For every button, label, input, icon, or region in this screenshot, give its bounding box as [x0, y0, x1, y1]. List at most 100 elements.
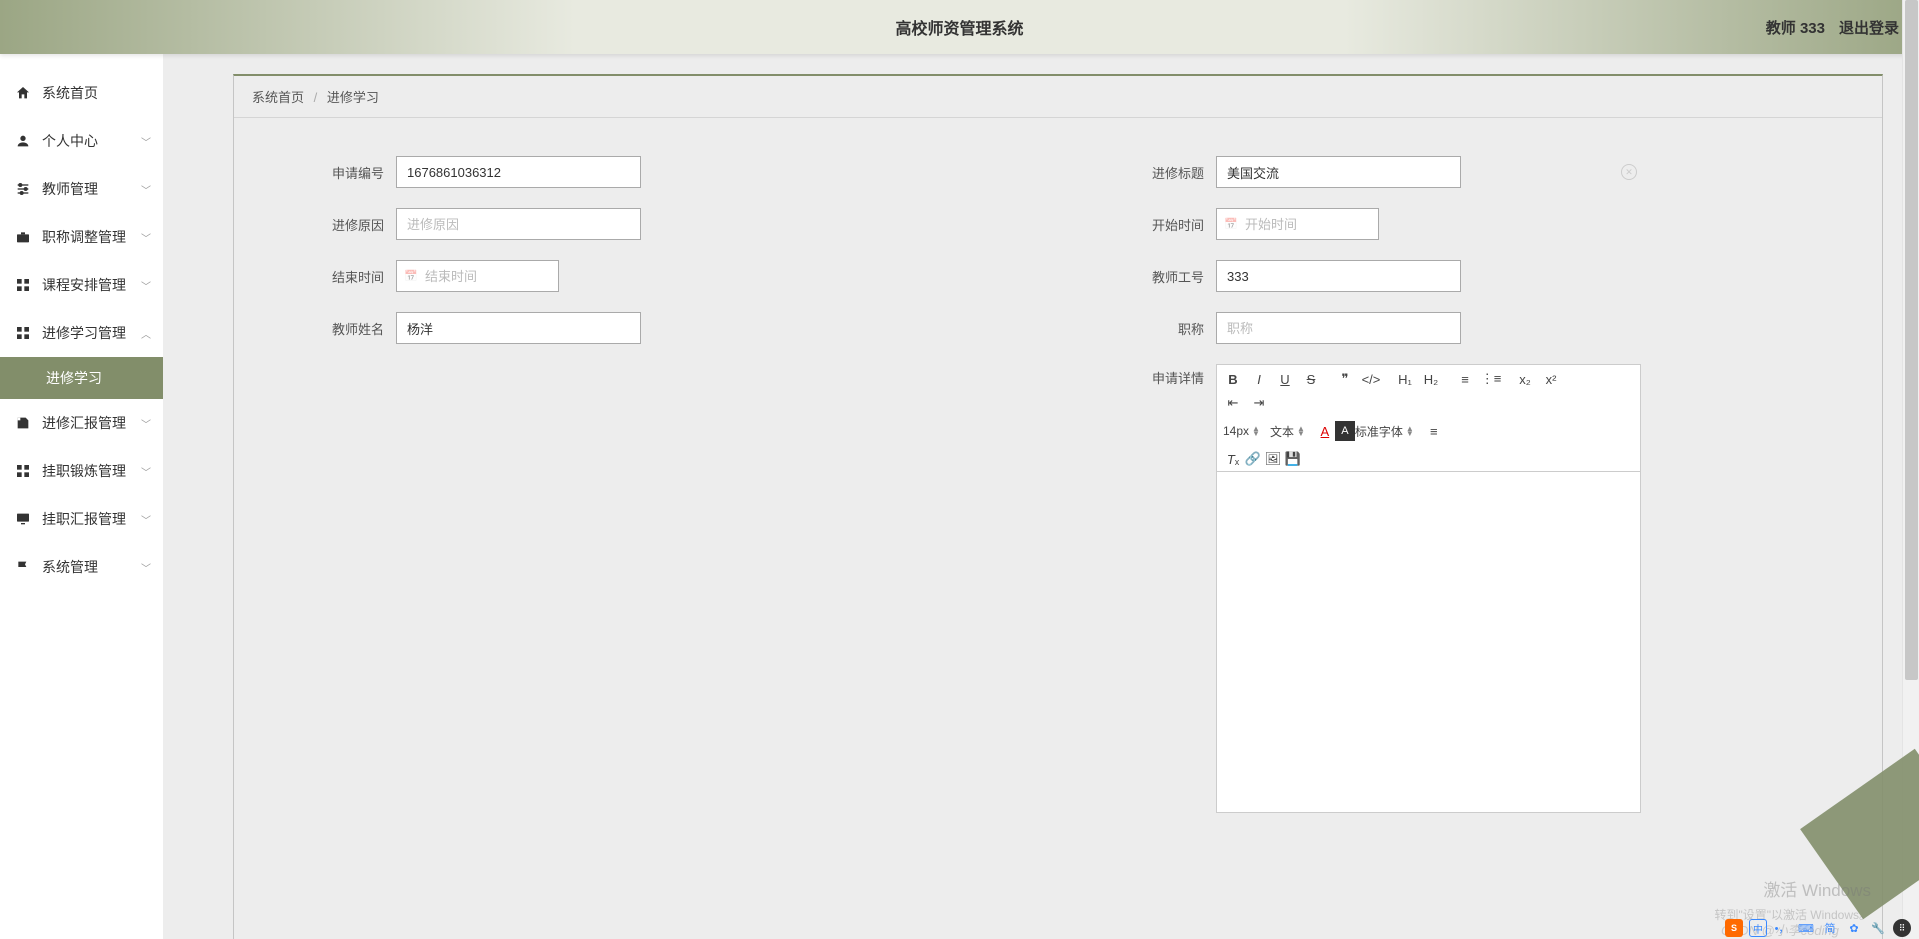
form-area: 申请编号 进修标题 ✕ 进修原因 开始时间 结束时间 [234, 118, 1882, 939]
row-teacher-id: 教师工号 [1134, 260, 1844, 292]
breadcrumb: 系统首页 / 进修学习 [234, 76, 1882, 118]
label-teacher-id: 教师工号 [1134, 267, 1204, 286]
quote-icon[interactable]: ❞ [1335, 369, 1355, 389]
nav-label: 职称调整管理 [42, 227, 126, 247]
text-type-select[interactable]: 文本▲▼ [1270, 421, 1305, 441]
chevron-down-icon: ﹀ [141, 416, 151, 431]
input-teacher-id[interactable] [1216, 260, 1461, 292]
input-application-id[interactable] [396, 156, 641, 188]
save-icon[interactable]: 💾 [1283, 449, 1303, 469]
chevron-down-icon: ﹀ [141, 278, 151, 293]
app-title: 高校师资管理系统 [895, 15, 1023, 39]
chevron-down-icon: ﹀ [141, 464, 151, 479]
ime-brand-icon[interactable]: S [1725, 919, 1743, 937]
person-icon [14, 132, 32, 150]
user-label[interactable]: 教师 333 [1766, 17, 1825, 38]
row-study-reason: 进修原因 [314, 208, 1024, 240]
input-study-title[interactable] [1216, 156, 1461, 188]
ordered-list-icon[interactable]: ≡ [1455, 369, 1475, 389]
nav-label: 挂职锻炼管理 [42, 461, 126, 481]
nav-study-report[interactable]: 进修汇报管理 ﹀ [0, 399, 163, 447]
content-panel: 系统首页 / 进修学习 申请编号 进修标题 ✕ 进修原因 [233, 74, 1883, 939]
monitor-icon [14, 510, 32, 528]
indent-left-icon[interactable]: ⇤ [1223, 393, 1243, 413]
nav-label: 教师管理 [42, 179, 98, 199]
nav-title-adjust[interactable]: 职称调整管理 ﹀ [0, 213, 163, 261]
row-application-id: 申请编号 [314, 156, 1024, 188]
grid-icon [14, 276, 32, 294]
link-icon[interactable]: 🔗 [1243, 449, 1263, 469]
image-icon[interactable]: 🖼 [1263, 449, 1283, 469]
input-job-title[interactable] [1216, 312, 1461, 344]
align-icon[interactable]: ≡ [1424, 421, 1444, 441]
app-header: 高校师资管理系统 教师 333 退出登录 [0, 0, 1919, 54]
row-job-title: 职称 [1134, 312, 1844, 344]
nav-teacher-mgmt[interactable]: 教师管理 ﹀ [0, 165, 163, 213]
row-teacher-name: 教师姓名 [314, 312, 1024, 344]
flag-icon [14, 558, 32, 576]
input-teacher-name[interactable] [396, 312, 641, 344]
italic-icon[interactable]: I [1249, 369, 1269, 389]
nav-system-mgmt[interactable]: 系统管理 ﹀ [0, 543, 163, 591]
ime-input-icon[interactable]: 简 [1821, 919, 1839, 937]
nav-study-learn[interactable]: 进修学习 [0, 357, 163, 399]
breadcrumb-home[interactable]: 系统首页 [252, 90, 304, 105]
grid-icon [14, 462, 32, 480]
nav-label: 个人中心 [42, 131, 98, 151]
editor-content[interactable] [1217, 472, 1640, 812]
superscript-icon[interactable]: x² [1541, 369, 1561, 389]
ime-skin-icon[interactable]: ✿ [1845, 919, 1863, 937]
bg-color-icon[interactable]: A [1335, 421, 1355, 441]
indent-right-icon[interactable]: ⇥ [1249, 393, 1269, 413]
input-study-reason[interactable] [396, 208, 641, 240]
unordered-list-icon[interactable]: ⋮≡ [1481, 369, 1501, 389]
ime-keyboard-icon[interactable]: ⌨ [1797, 919, 1815, 937]
bold-icon[interactable]: B [1223, 369, 1243, 389]
ime-cn-icon[interactable]: 中 [1749, 919, 1767, 937]
nav-job-report[interactable]: 挂职汇报管理 ﹀ [0, 495, 163, 543]
content-area: 系统首页 / 进修学习 申请编号 进修标题 ✕ 进修原因 [163, 54, 1919, 939]
code-icon[interactable]: </> [1361, 369, 1381, 389]
chevron-up-icon: ︿ [141, 326, 151, 341]
input-start-time[interactable] [1216, 208, 1379, 240]
nav-label: 课程安排管理 [42, 275, 126, 295]
label-study-reason: 进修原因 [314, 215, 384, 234]
nav-course-arrange[interactable]: 课程安排管理 ﹀ [0, 261, 163, 309]
nav-study-mgmt[interactable]: 进修学习管理 ︿ [0, 309, 163, 357]
ime-tool-icon[interactable]: 🔧 [1869, 919, 1887, 937]
text-color-icon[interactable]: A [1315, 421, 1335, 441]
report-icon [14, 414, 32, 432]
clear-icon[interactable]: ✕ [1621, 164, 1637, 180]
chevron-down-icon: ﹀ [141, 230, 151, 245]
chevron-down-icon: ﹀ [141, 560, 151, 575]
ime-handle-icon[interactable]: ⠿ [1893, 919, 1911, 937]
sidebar: 系统首页 个人中心 ﹀ 教师管理 ﹀ 职称调整管理 ﹀ 课程安排管理 ﹀ 进修学… [0, 54, 163, 939]
logout-link[interactable]: 退出登录 [1839, 17, 1899, 38]
header-right: 教师 333 退出登录 [1766, 17, 1899, 38]
nav-profile[interactable]: 个人中心 ﹀ [0, 117, 163, 165]
subscript-icon[interactable]: x₂ [1515, 369, 1535, 389]
label-end-time: 结束时间 [314, 267, 384, 286]
nav-job-training[interactable]: 挂职锻炼管理 ﹀ [0, 447, 163, 495]
font-family-select[interactable]: 标准字体▲▼ [1355, 421, 1414, 441]
clear-format-icon[interactable]: Tₓ [1223, 449, 1243, 469]
scrollbar-thumb[interactable] [1905, 0, 1918, 680]
h1-icon[interactable]: H₁ [1395, 369, 1415, 389]
label-application-id: 申请编号 [314, 163, 384, 182]
strikethrough-icon[interactable]: S [1301, 369, 1321, 389]
row-end-time: 结束时间 [314, 260, 1024, 292]
label-job-title: 职称 [1134, 319, 1204, 338]
nav-label: 进修汇报管理 [42, 413, 126, 433]
input-end-time[interactable] [396, 260, 559, 292]
nav-home[interactable]: 系统首页 [0, 69, 163, 117]
label-detail: 申请详情 [1134, 368, 1204, 387]
ime-taskbar: S 中 •， ⌨ 简 ✿ 🔧 ⠿ [1717, 917, 1919, 939]
font-size-select[interactable]: 14px▲▼ [1223, 421, 1260, 441]
nav-label: 系统管理 [42, 557, 98, 577]
h2-icon[interactable]: H₂ [1421, 369, 1441, 389]
row-detail: 申请详情 B I U S ❞ </> [1134, 364, 1844, 813]
rich-text-editor: B I U S ❞ </> H₁ H₂ [1216, 364, 1641, 813]
underline-icon[interactable]: U [1275, 369, 1295, 389]
ime-punct-icon[interactable]: •， [1773, 919, 1791, 937]
row-study-title: 进修标题 ✕ [1134, 156, 1844, 188]
